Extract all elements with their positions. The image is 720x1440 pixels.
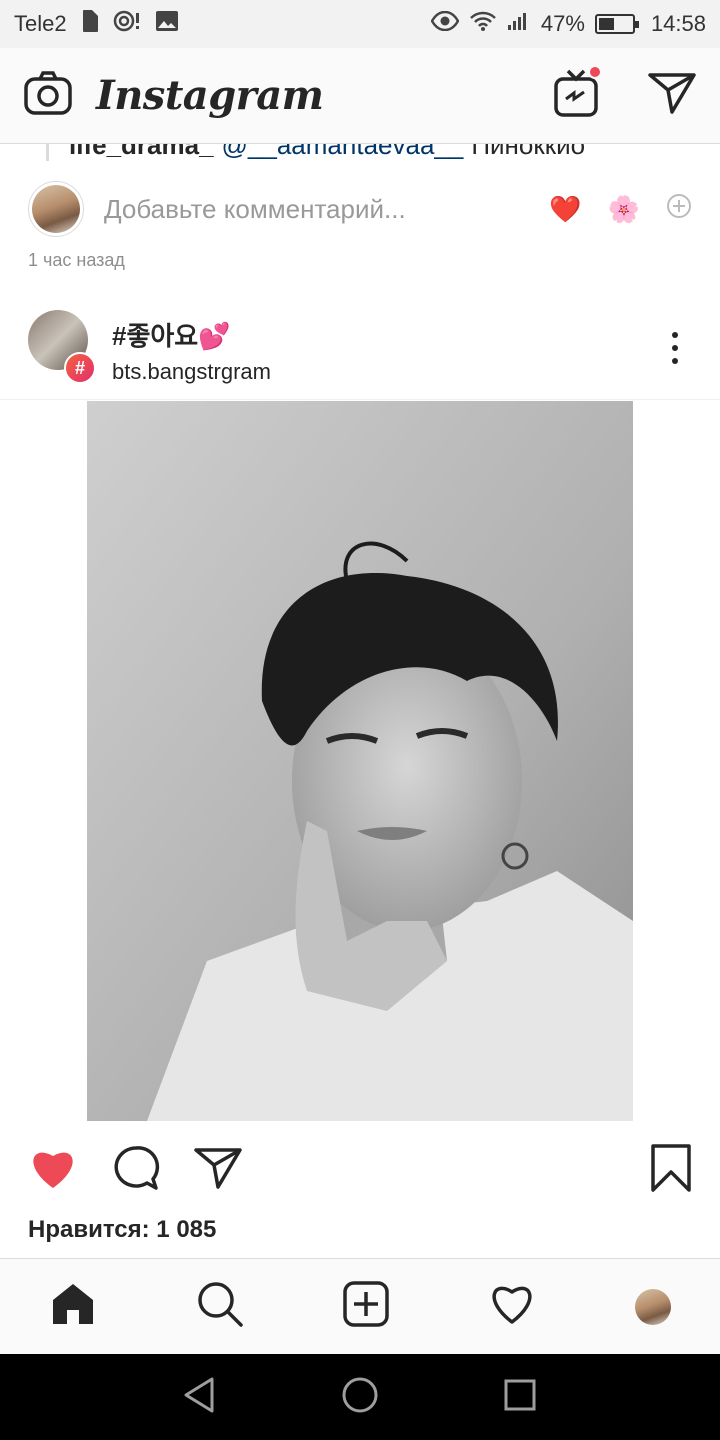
add-comment-input[interactable]: Добавьте комментарий... <box>104 194 406 225</box>
eye-icon <box>430 10 460 37</box>
direct-message-icon[interactable] <box>648 72 696 119</box>
previous-comment: life_drama_ @__aamantaevaa__ Пиноккио <box>0 144 720 164</box>
more-options-icon[interactable] <box>672 332 692 364</box>
comment-mention[interactable]: @__aamantaevaa__ <box>222 144 464 161</box>
sim-card-icon <box>81 9 99 39</box>
add-reaction-icon[interactable] <box>666 193 692 226</box>
post-photo-area <box>0 401 720 1121</box>
battery-percent: 47% <box>540 11 585 36</box>
profile-avatar[interactable] <box>634 1288 671 1325</box>
clock: 14:58 <box>650 11 706 36</box>
signal-icon <box>507 11 531 37</box>
status-bar: Tele2 47% 14:58 <box>0 0 720 48</box>
post-header: # #좋아요💕 bts.bangstrgram <box>0 310 720 400</box>
instagram-logo: Instagram <box>96 72 324 119</box>
igtv-notification-dot <box>588 65 602 79</box>
wifi-icon <box>469 10 497 38</box>
back-icon[interactable] <box>180 1375 220 1420</box>
hashtag-badge: # <box>64 352 96 384</box>
gallery-icon <box>155 10 179 38</box>
likes-count[interactable]: Нравится: 1 085 <box>28 1216 216 1244</box>
post-timestamp: 1 час назад <box>28 250 125 270</box>
heart-reaction-icon[interactable]: ❤️ <box>549 194 581 225</box>
recents-icon[interactable] <box>500 1375 540 1420</box>
new-post-icon[interactable] <box>342 1280 390 1333</box>
like-heart-icon[interactable] <box>28 1146 78 1195</box>
search-icon[interactable] <box>196 1280 244 1333</box>
camera-icon[interactable] <box>24 71 72 120</box>
flower-reaction-icon[interactable]: 🌸 <box>608 194 640 225</box>
share-icon[interactable] <box>194 1147 242 1194</box>
post-hashtag[interactable]: #좋아요💕 <box>112 316 271 353</box>
hashtag-avatar[interactable]: # <box>28 310 96 384</box>
bottom-nav <box>0 1258 720 1354</box>
post-account[interactable]: bts.bangstrgram <box>112 359 271 385</box>
comment-text: Пиноккио <box>471 144 586 160</box>
post-actions <box>0 1140 720 1200</box>
activity-icon[interactable] <box>488 1282 536 1331</box>
app-header: Instagram <box>0 48 720 144</box>
post-photo[interactable] <box>87 401 633 1121</box>
home-icon[interactable] <box>49 1280 97 1333</box>
avatar <box>28 181 84 237</box>
carrier-label: Tele2 <box>14 11 67 36</box>
home-circle-icon[interactable] <box>340 1375 380 1420</box>
comment-icon[interactable] <box>112 1145 160 1196</box>
alert-icon <box>113 9 141 39</box>
android-nav-bar <box>0 1354 720 1440</box>
igtv-button[interactable] <box>554 65 602 122</box>
battery-icon <box>594 14 639 34</box>
add-comment-row: Добавьте комментарий... ❤️ 🌸 <box>0 176 720 242</box>
bookmark-icon[interactable] <box>650 1143 692 1196</box>
comment-username[interactable]: life_drama_ <box>69 144 214 161</box>
